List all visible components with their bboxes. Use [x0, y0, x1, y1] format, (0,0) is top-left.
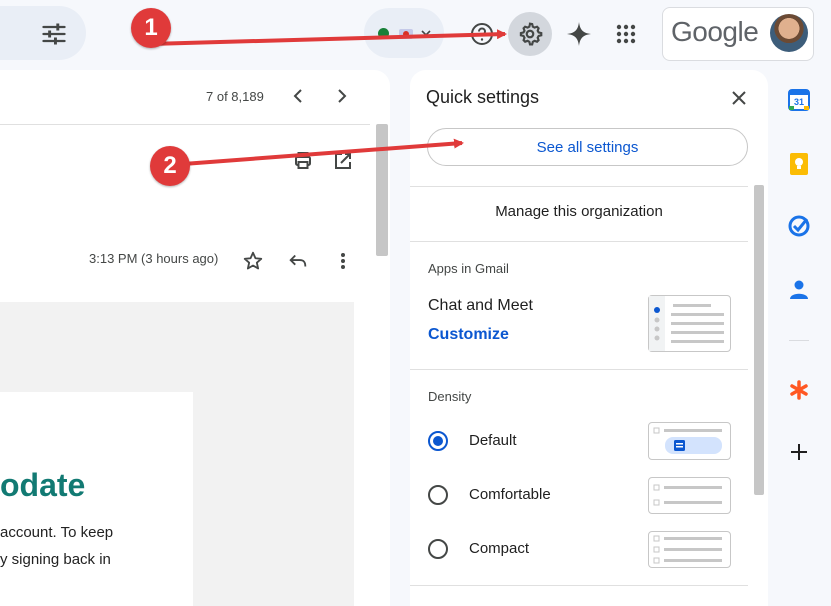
density-compact-preview-icon [653, 535, 722, 564]
divider [410, 369, 748, 370]
quick-settings-title: Quick settings [426, 87, 540, 107]
density-comfortable-radio[interactable] [428, 485, 448, 505]
apps-preview-thumbnail [648, 295, 731, 352]
email-body-text: account. To keep y signing back in [0, 519, 180, 573]
help-button[interactable] [460, 12, 504, 56]
density-comfortable-thumbnail [648, 477, 731, 514]
email-timestamp: 3:13 PM (3 hours ago) [89, 251, 219, 266]
divider [410, 186, 748, 187]
tasks-icon[interactable] [787, 214, 811, 238]
density-compact-thumbnail [648, 531, 731, 568]
divider [789, 340, 809, 341]
chat-meet-label: Chat and Meet [428, 297, 533, 314]
keep-icon[interactable] [787, 152, 811, 176]
pager-count: 7 of 8,189 [206, 89, 264, 104]
density-default-radio[interactable] [428, 431, 448, 451]
scrollbar[interactable] [376, 124, 388, 256]
density-default-preview-icon [653, 427, 722, 454]
layout-preview-icon [649, 296, 724, 351]
email-body-line-1: account. To keep [0, 524, 114, 541]
density-comfortable-label[interactable]: Comfortable [469, 486, 551, 503]
density-section-title: Density [428, 389, 472, 404]
more-vert-icon[interactable] [333, 250, 353, 272]
status-flag-icon [399, 29, 413, 39]
status-dot [378, 28, 389, 39]
add-on-asterisk-icon[interactable] [787, 378, 811, 402]
contacts-icon[interactable] [787, 277, 811, 301]
chevron-down-icon [421, 30, 431, 37]
chevron-left-icon[interactable] [288, 84, 308, 108]
density-comfortable-preview-icon [653, 484, 722, 506]
print-icon[interactable] [292, 150, 314, 172]
help-icon [471, 23, 493, 45]
tune-icon[interactable] [40, 20, 68, 48]
google-logo: Google [671, 16, 759, 47]
step-2-badge: 2 [150, 146, 190, 186]
arrow-to-settings [149, 29, 507, 46]
density-default-label[interactable]: Default [469, 432, 517, 449]
gemini-icon [567, 22, 591, 46]
customize-link[interactable]: Customize [428, 326, 509, 344]
add-icon[interactable] [787, 440, 811, 464]
step-1-badge: 1 [131, 8, 171, 48]
density-default-thumbnail [648, 422, 731, 460]
apps-button[interactable] [604, 12, 648, 56]
chevron-right-icon[interactable] [332, 84, 352, 108]
email-body-line-2: y signing back in [0, 551, 111, 568]
gemini-button[interactable] [557, 12, 601, 56]
close-icon[interactable] [727, 86, 751, 110]
density-compact-radio[interactable] [428, 539, 448, 559]
divider [410, 241, 748, 242]
see-all-settings-button[interactable]: See all settings [427, 128, 748, 166]
scrollbar[interactable] [754, 185, 764, 495]
email-headline: odate [0, 467, 86, 503]
open-in-new-window-icon[interactable] [332, 150, 354, 172]
calendar-icon[interactable]: 31 [787, 88, 811, 112]
reply-icon[interactable] [287, 250, 309, 272]
avatar[interactable] [770, 14, 808, 52]
manage-organization-link[interactable]: Manage this organization [410, 203, 748, 220]
star-icon[interactable] [242, 250, 264, 272]
apps-section-title: Apps in Gmail [428, 261, 509, 276]
divider [0, 124, 370, 125]
divider [410, 585, 748, 586]
svg-text:31: 31 [794, 97, 804, 107]
settings-button[interactable] [508, 12, 552, 56]
density-compact-label[interactable]: Compact [469, 540, 529, 557]
apps-grid-icon [616, 24, 636, 44]
gear-icon [519, 22, 543, 46]
